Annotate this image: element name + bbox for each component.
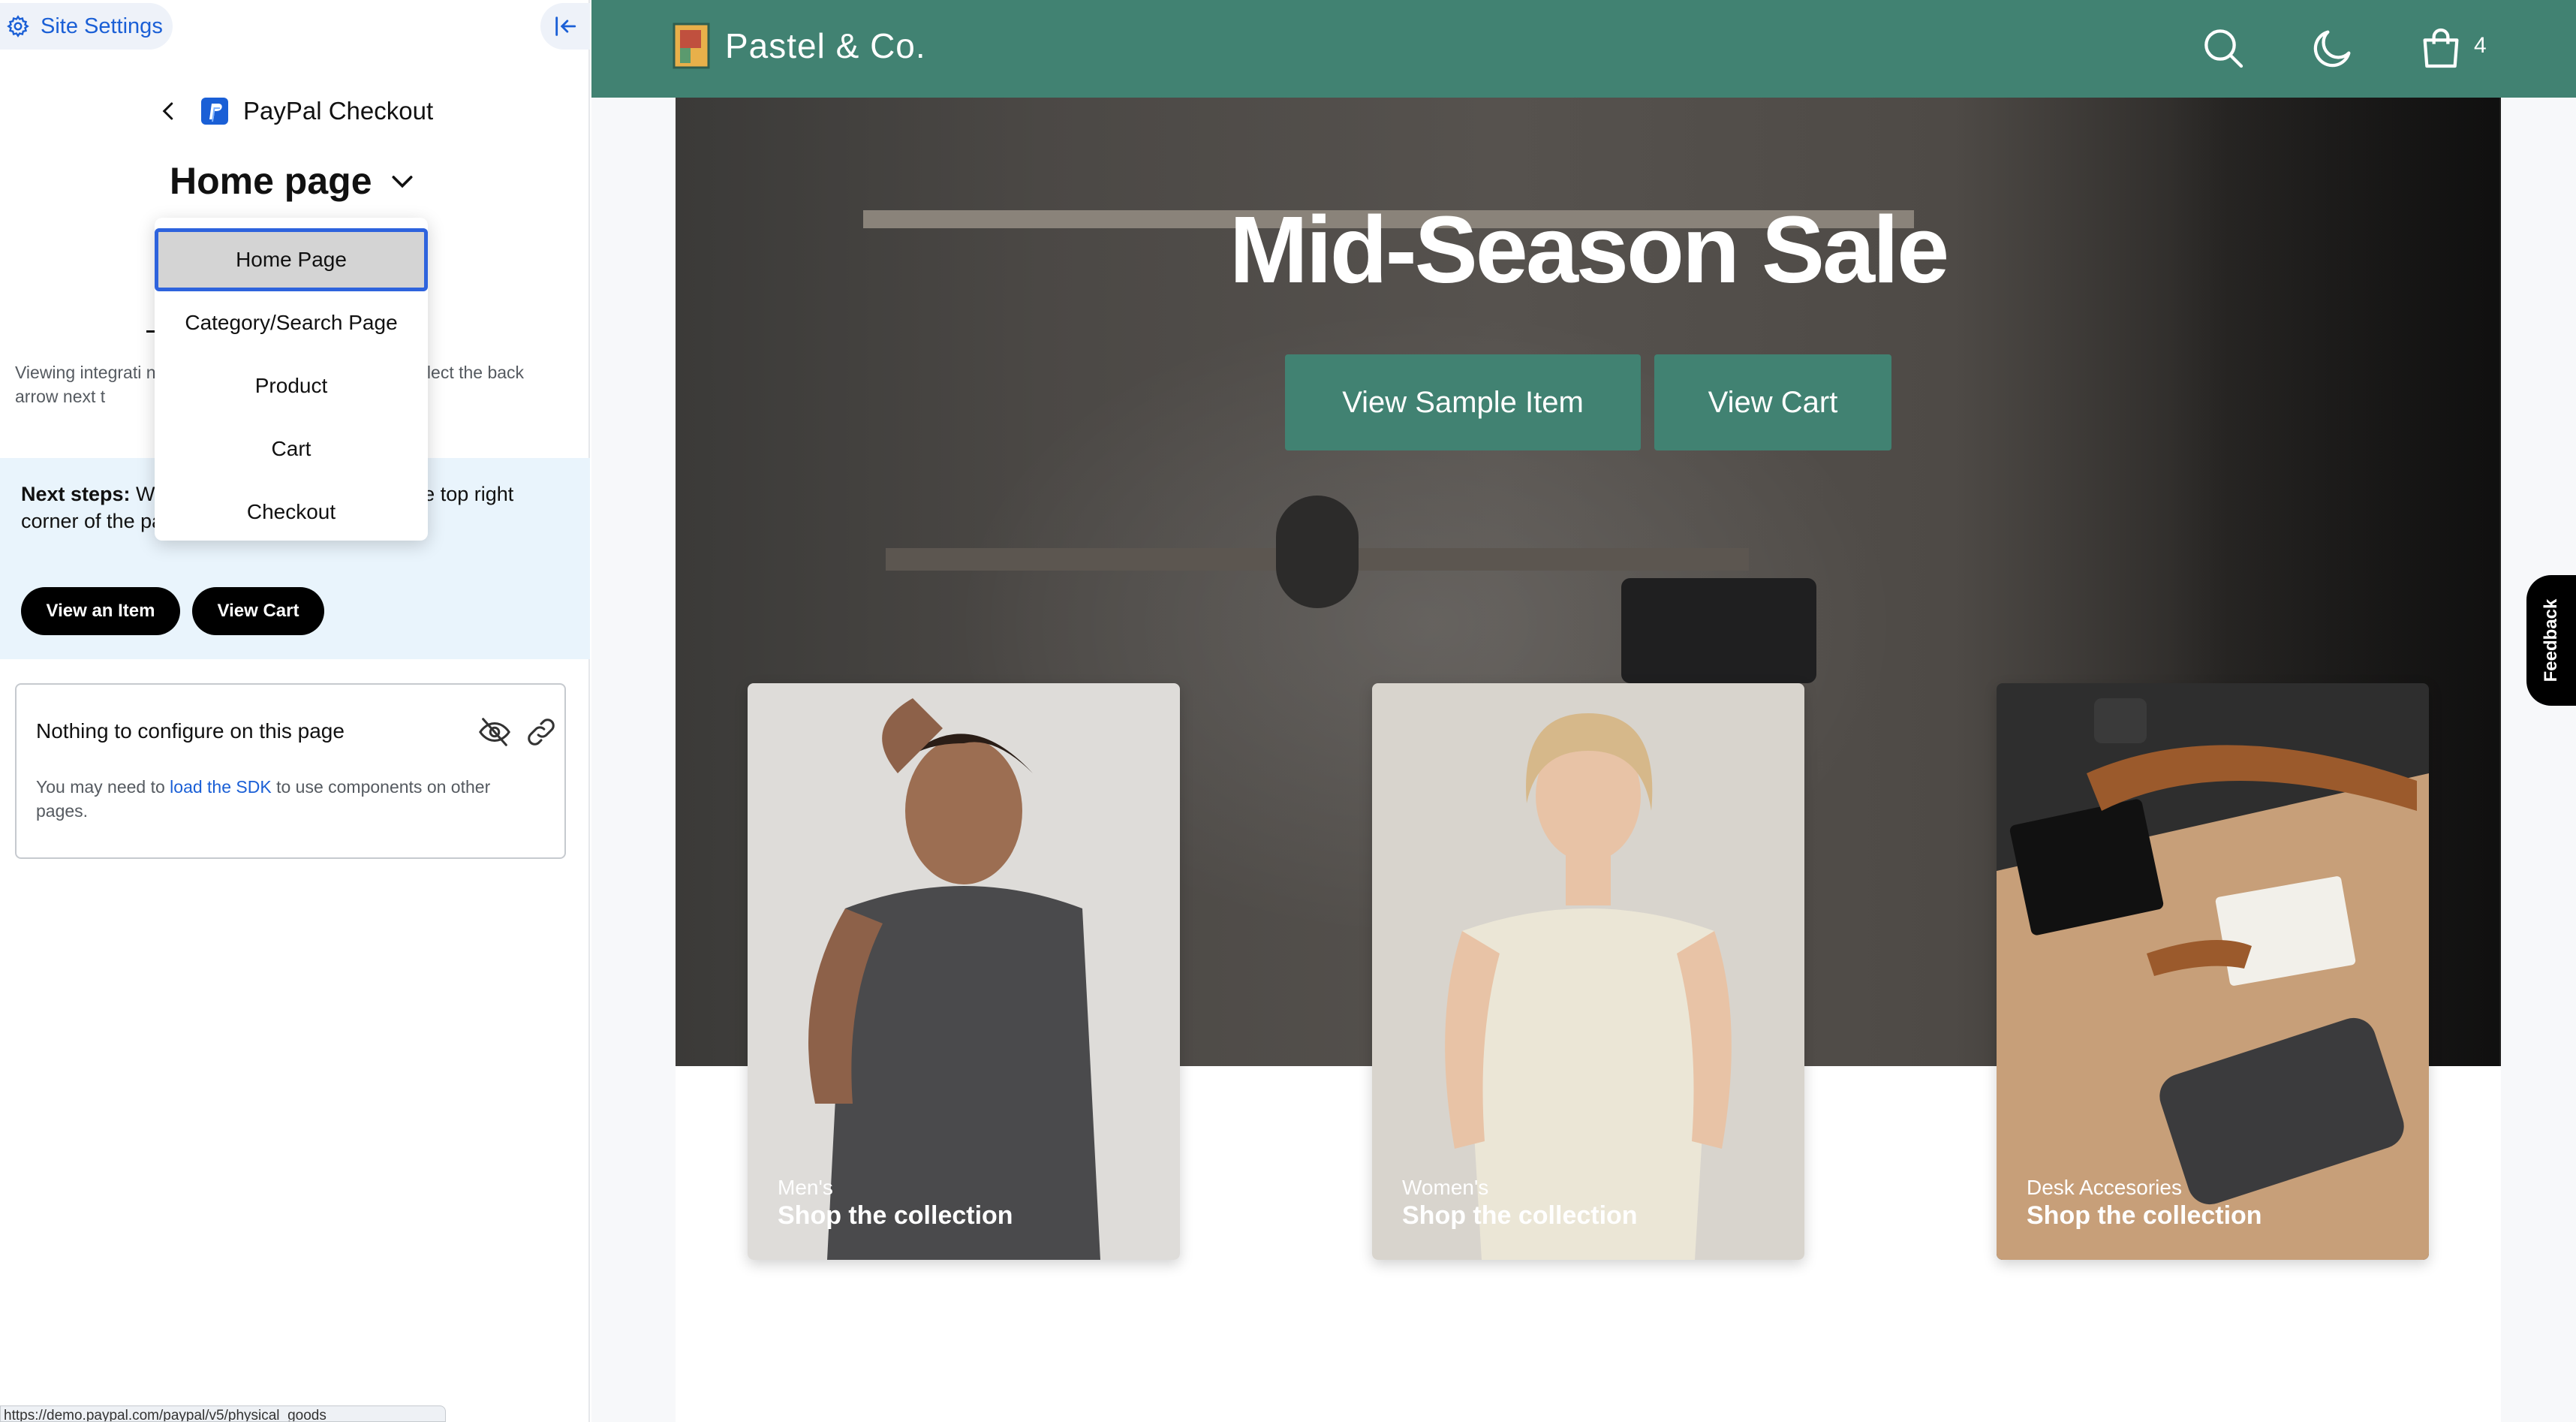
status-bar-url: https://demo.paypal.com/paypal/v5/physic…	[0, 1405, 446, 1422]
shopping-bag-icon[interactable]	[2417, 24, 2465, 72]
card-cta[interactable]: Shop the collection	[778, 1201, 1013, 1231]
site-settings-button[interactable]: Site Settings	[0, 3, 173, 50]
site-settings-label: Site Settings	[41, 14, 163, 38]
dropdown-option-category[interactable]: Category/Search Page	[155, 291, 428, 354]
demo-site: Pastel & Co. 4 Mid-Season Sale View Samp…	[591, 0, 2576, 1422]
speaker-decoration	[1276, 496, 1359, 608]
brand[interactable]: Pastel & Co.	[673, 23, 926, 69]
feedback-label: Feedback	[2541, 598, 2561, 682]
moon-icon[interactable]	[2309, 24, 2357, 72]
cart-count: 4	[2474, 33, 2487, 58]
brand-name: Pastel & Co.	[725, 26, 926, 65]
card-cta[interactable]: Shop the collection	[2027, 1201, 2262, 1231]
paypal-logo-icon	[201, 98, 228, 125]
config-card: Nothing to configure on this page You ma…	[15, 683, 566, 859]
breadcrumb: PayPal Checkout	[158, 96, 433, 126]
collapse-sidebar-button[interactable]	[540, 3, 590, 50]
page-selector-label: Home page	[170, 160, 372, 202]
search-icon[interactable]	[2199, 24, 2247, 72]
feedback-tab[interactable]: Feedback	[2526, 575, 2576, 706]
config-title: Nothing to configure on this page	[36, 719, 345, 743]
load-sdk-link[interactable]: load the SDK	[170, 777, 272, 797]
breadcrumb-label: PayPal Checkout	[243, 97, 434, 125]
desk-collection-image	[1997, 683, 2429, 1260]
dropdown-option-cart[interactable]: Cart	[155, 417, 428, 481]
mens-collection-image	[748, 683, 1180, 1260]
card-category: Men's	[778, 1176, 833, 1199]
view-an-item-button[interactable]: View an Item	[21, 587, 180, 635]
view-cart-button[interactable]: View Cart	[192, 587, 324, 635]
card-category: Women's	[1402, 1176, 1489, 1199]
folded-clothes-decoration	[1621, 578, 1816, 683]
collapse-left-icon	[555, 17, 576, 36]
brand-logo-icon	[673, 23, 710, 69]
site-header: Pastel & Co. 4	[591, 0, 2576, 98]
eye-off-icon[interactable]	[477, 715, 512, 749]
chevron-down-icon	[392, 176, 413, 188]
dropdown-option-checkout[interactable]: Checkout	[155, 481, 428, 544]
page-selector[interactable]: Home page	[170, 159, 417, 203]
view-sample-item-button[interactable]: View Sample Item	[1285, 354, 1641, 450]
hero-view-cart-button[interactable]: View Cart	[1654, 354, 1891, 450]
page-dropdown-menu: Home Page Category/Search Page Product C…	[155, 218, 428, 541]
sidebar-panel: Site Settings PayPal Checkout Home page …	[0, 0, 590, 1422]
dropdown-option-product[interactable]: Product	[155, 354, 428, 417]
site-page: Mid-Season Sale View Sample Item View Ca…	[676, 98, 2501, 1422]
link-icon[interactable]	[524, 715, 558, 749]
config-desc-prefix: You may need to	[36, 777, 170, 797]
womens-collection-image	[1372, 683, 1804, 1260]
back-chevron-icon[interactable]	[158, 100, 180, 122]
config-description: You may need to load the SDK to use comp…	[36, 775, 546, 823]
hero-title: Mid-Season Sale	[1229, 197, 1949, 303]
card-cta[interactable]: Shop the collection	[1402, 1201, 1638, 1231]
collection-card-mens[interactable]: Men's Shop the collection	[748, 683, 1180, 1260]
next-steps-heading: Next steps:	[21, 483, 131, 505]
card-category: Desk Accesories	[2027, 1176, 2182, 1199]
collection-card-desk[interactable]: Desk Accesories Shop the collection	[1997, 683, 2429, 1260]
dropdown-option-home[interactable]: Home Page	[155, 228, 428, 291]
collection-card-womens[interactable]: Women's Shop the collection	[1372, 683, 1804, 1260]
gear-icon	[7, 15, 29, 38]
